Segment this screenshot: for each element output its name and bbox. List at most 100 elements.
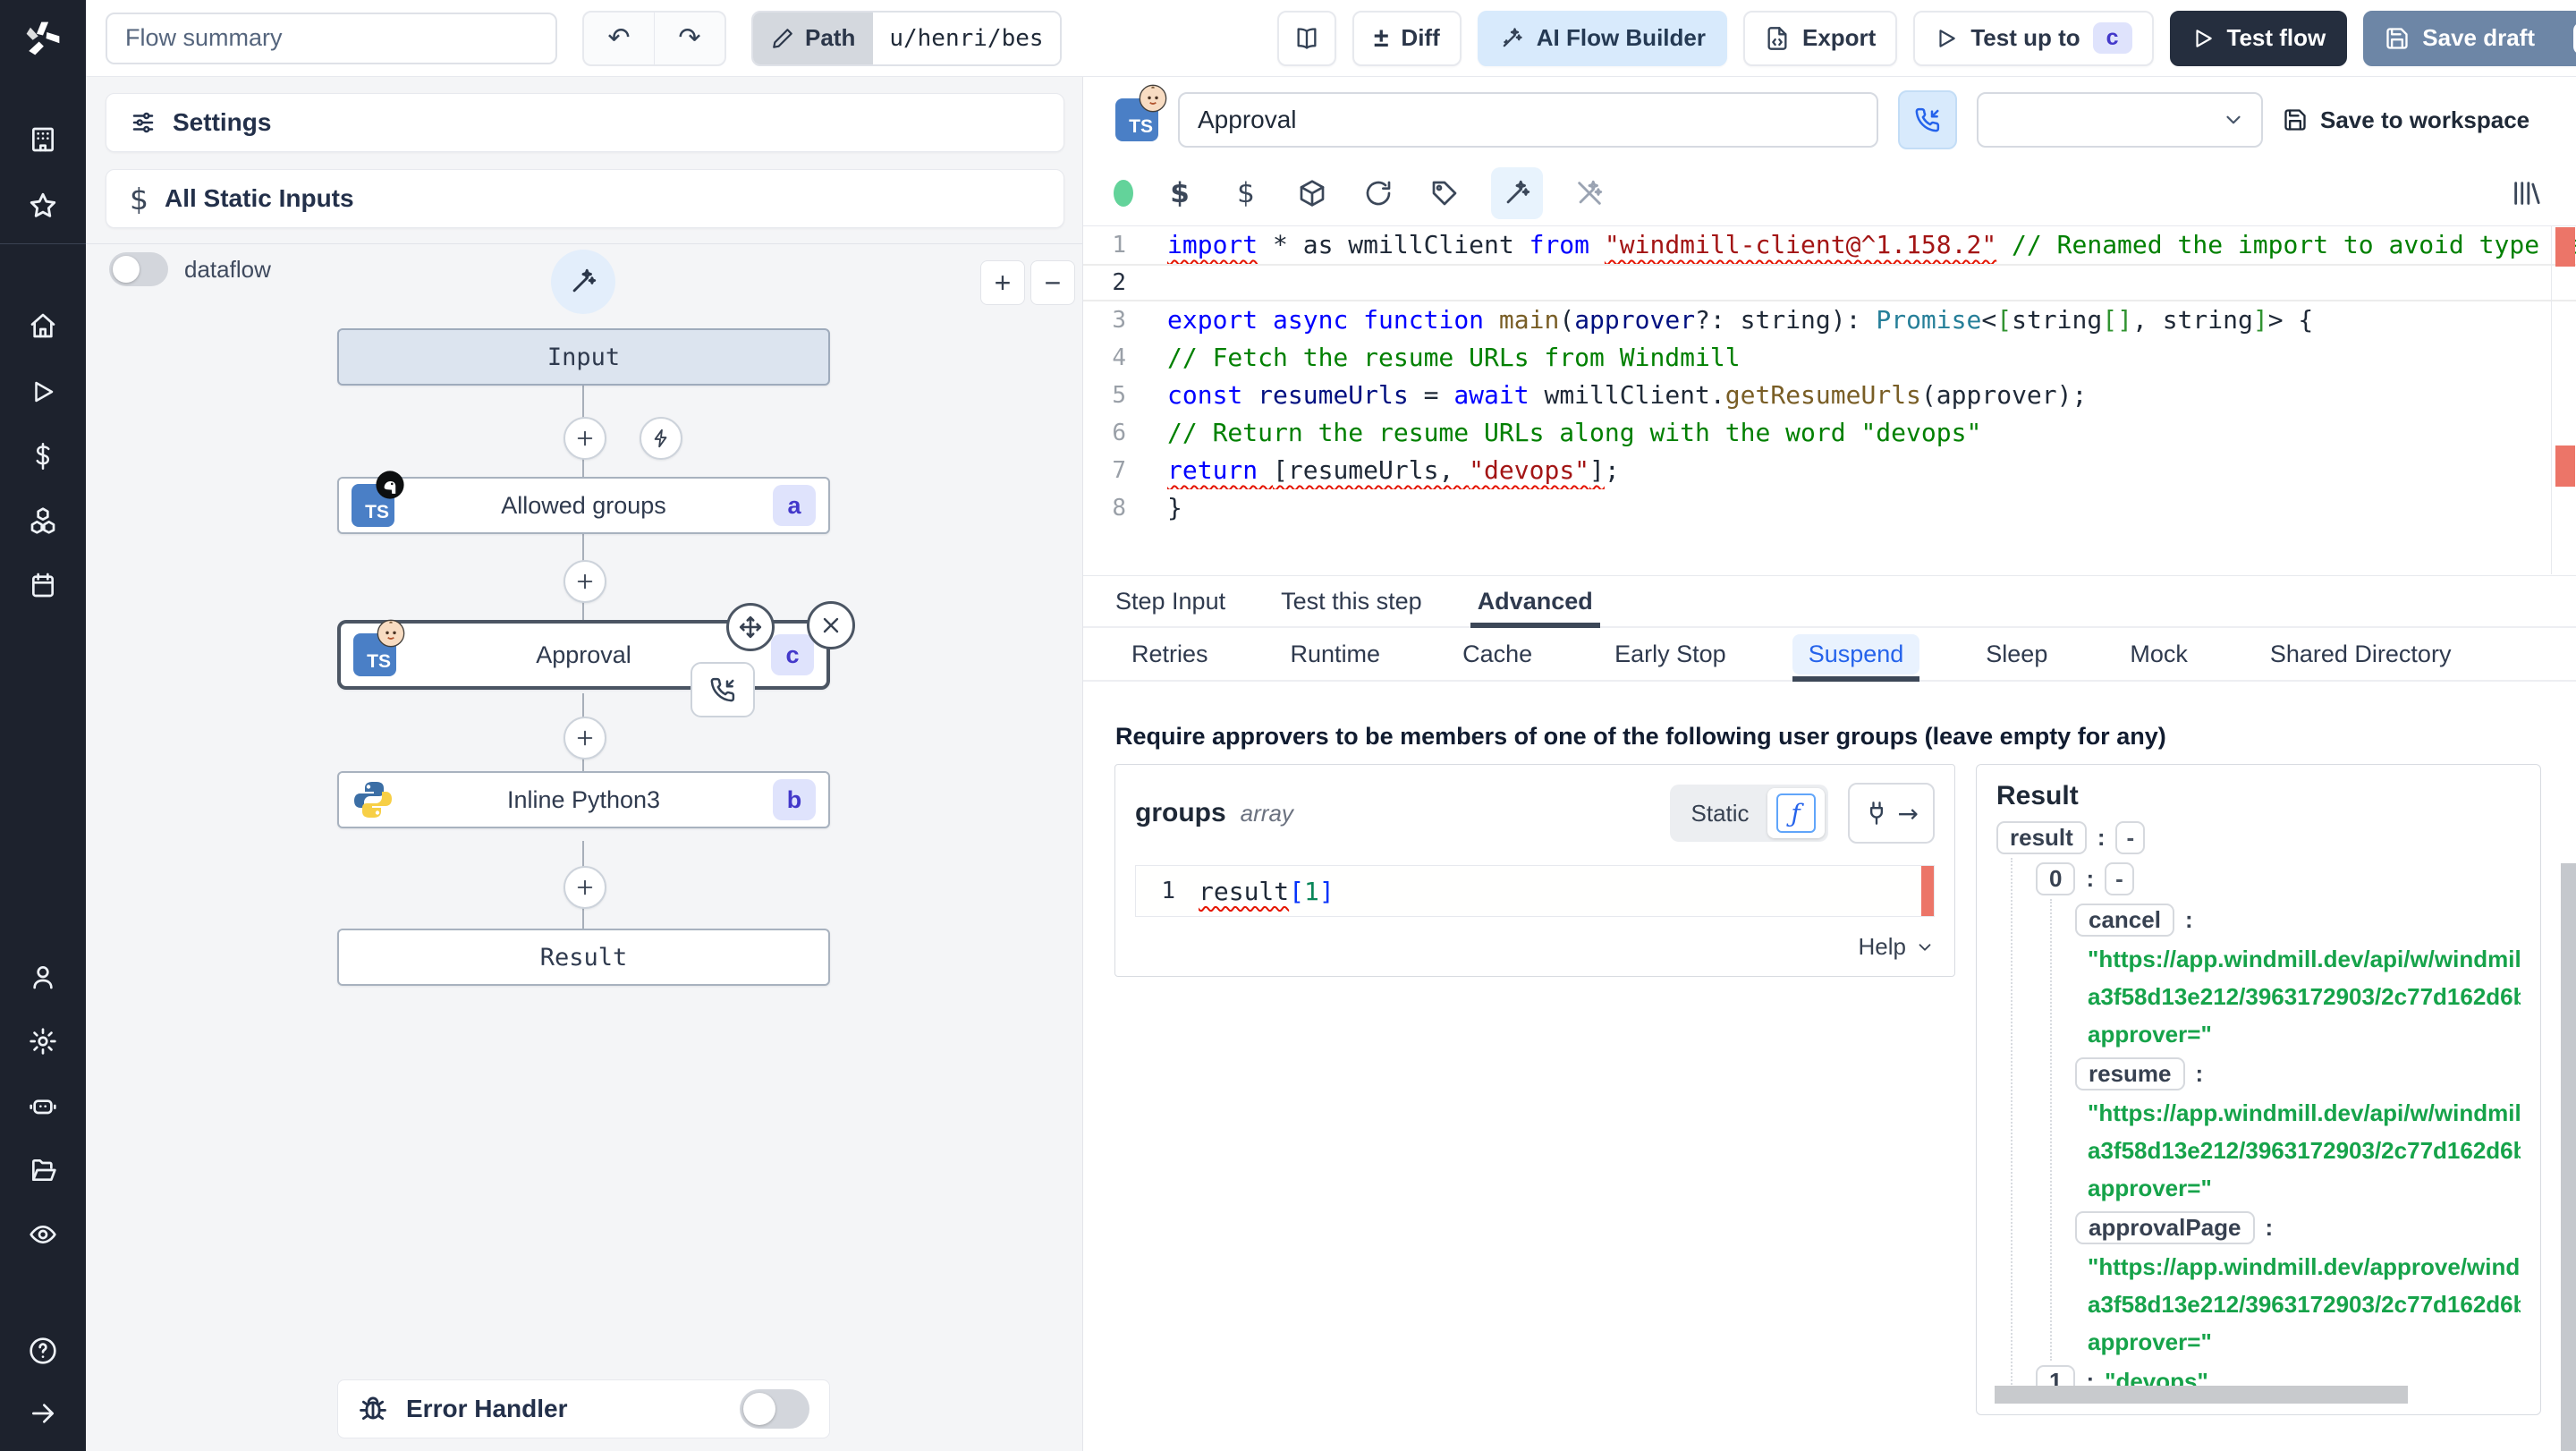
test-up-to-button[interactable]: Test up to c xyxy=(1913,10,2154,66)
zoom-out-button[interactable]: − xyxy=(1030,260,1075,305)
ai-assistant-button[interactable] xyxy=(1491,167,1543,219)
sidebar-users-icon[interactable] xyxy=(21,955,64,998)
code-line[interactable]: 7 return [resumeUrls, "devops"]; xyxy=(1083,452,2576,489)
tab-step-input[interactable]: Step Input xyxy=(1115,576,1225,626)
static-mode-option[interactable]: Static xyxy=(1674,800,1767,827)
sidebar-workspace-icon[interactable] xyxy=(21,118,64,161)
code-line[interactable]: 1 import * as wmillClient from "windmill-… xyxy=(1083,226,2576,264)
path-edit-button[interactable]: Path xyxy=(753,12,874,64)
approval-page-key-chip[interactable]: approvalPage xyxy=(2075,1210,2255,1244)
code-line[interactable]: 8} xyxy=(1083,489,2576,527)
input-node-label: Input xyxy=(547,343,621,371)
flow-node-inline-python3[interactable]: Inline Python3 b xyxy=(337,771,830,828)
sidebar-schedules-icon[interactable] xyxy=(21,564,64,607)
tag-button[interactable] xyxy=(1425,174,1464,213)
code-line[interactable]: 2 xyxy=(1083,264,2576,301)
subtab-runtime[interactable]: Runtime xyxy=(1275,628,1397,680)
step-name-input[interactable] xyxy=(1178,92,1878,148)
sidebar-expand-arrow-icon[interactable] xyxy=(21,1392,64,1435)
help-dropdown[interactable]: Help xyxy=(1135,933,1935,961)
flow-summary-input[interactable] xyxy=(106,12,557,64)
sidebar-help-icon[interactable] xyxy=(21,1329,64,1372)
result-key-chip[interactable]: result xyxy=(1996,820,2087,854)
export-button[interactable]: Export xyxy=(1742,10,1898,66)
zoom-in-button[interactable]: + xyxy=(980,260,1025,305)
groups-input-card: groups array Static ƒ → 1 result[1] Help xyxy=(1114,764,1955,977)
undo-icon: ↶ xyxy=(607,22,631,54)
subtab-suspend[interactable]: Suspend xyxy=(1792,628,1920,682)
sidebar-settings-icon[interactable] xyxy=(21,1020,64,1063)
collapse-toggle[interactable]: - xyxy=(2115,820,2146,854)
vertical-scrollbar[interactable] xyxy=(2561,863,2576,1451)
docs-book-button[interactable] xyxy=(1276,10,1336,66)
flow-node-allowed-groups[interactable]: TS Allowed groups a xyxy=(337,471,830,534)
delete-step-button[interactable] xyxy=(807,601,855,649)
subtab-shared-directory[interactable]: Shared Directory xyxy=(2254,628,2468,680)
sidebar-resources-icon[interactable] xyxy=(21,499,64,542)
subtab-mock[interactable]: Mock xyxy=(2114,628,2204,680)
approval-step-indicator-button[interactable] xyxy=(1898,90,1957,149)
add-trigger-button[interactable] xyxy=(640,417,682,460)
subtab-retries[interactable]: Retries xyxy=(1115,628,1224,680)
subtab-cache[interactable]: Cache xyxy=(1446,628,1548,680)
flow-settings-button[interactable]: Settings xyxy=(106,93,1064,152)
move-step-button[interactable] xyxy=(726,603,775,651)
error-handler-card[interactable]: Error Handler xyxy=(337,1379,830,1438)
code-line[interactable]: 6 // Return the resume URLs along with t… xyxy=(1083,414,2576,452)
code-line[interactable]: 5 const resumeUrls = await wmillClient.g… xyxy=(1083,377,2576,414)
static-inputs-dollar-button[interactable]: $ xyxy=(1226,174,1266,213)
insert-step-button[interactable] xyxy=(564,717,606,759)
editor-overview-ruler xyxy=(2551,225,2552,574)
groups-expression-editor[interactable]: 1 result[1] xyxy=(1135,865,1935,917)
horizontal-scrollbar[interactable] xyxy=(1995,1386,2408,1404)
sidebar-home-icon[interactable] xyxy=(21,304,64,347)
sidebar-ai-robot-icon[interactable] xyxy=(21,1084,64,1127)
graph-ai-wand-button[interactable] xyxy=(551,250,615,314)
insert-step-button[interactable] xyxy=(564,560,606,603)
subtab-early-stop[interactable]: Early Stop xyxy=(1598,628,1742,680)
dataflow-toggle[interactable] xyxy=(109,252,168,286)
library-button[interactable] xyxy=(2506,174,2546,213)
windmill-logo[interactable] xyxy=(0,0,86,77)
code-editor-lines[interactable]: 1 import * as wmillClient from "windmill-… xyxy=(1083,226,2576,527)
suspend-heading: Require approvers to be members of one o… xyxy=(1115,723,2166,750)
path-control[interactable]: Path u/henri/bes xyxy=(751,10,1062,66)
code-editor[interactable]: 1 import * as wmillClient from "windmill-… xyxy=(1083,225,2576,576)
worker-tag-select[interactable] xyxy=(1977,92,2263,148)
variables-dollar-button[interactable]: $ xyxy=(1160,174,1199,213)
insert-step-button[interactable] xyxy=(564,417,606,460)
undo-button[interactable]: ↶ xyxy=(584,13,654,64)
javascript-mode-option[interactable]: ƒ xyxy=(1767,788,1825,838)
sidebar-audit-eye-icon[interactable] xyxy=(21,1213,64,1256)
resume-key-chip[interactable]: resume xyxy=(2075,1056,2185,1090)
index-key-chip[interactable]: 0 xyxy=(2036,861,2076,895)
sidebar-favorites-icon[interactable] xyxy=(21,184,64,227)
sidebar-folders-icon[interactable] xyxy=(21,1149,64,1192)
sidebar-runs-icon[interactable] xyxy=(21,370,64,413)
insert-step-button[interactable] xyxy=(564,866,606,909)
collapse-toggle[interactable]: - xyxy=(2105,861,2134,895)
connect-input-button[interactable]: → xyxy=(1847,783,1935,844)
tab-advanced[interactable]: Advanced xyxy=(1470,576,1600,628)
ai-flow-builder-button[interactable]: AI Flow Builder xyxy=(1477,10,1727,66)
subtab-sleep[interactable]: Sleep xyxy=(1970,628,2063,680)
save-draft-button[interactable]: Save draft C xyxy=(2363,10,2576,66)
reload-button[interactable] xyxy=(1359,174,1398,213)
tab-test-this-step[interactable]: Test this step xyxy=(1281,576,1422,626)
suspend-approval-badge[interactable] xyxy=(691,662,755,717)
diff-button[interactable]: ± Diff xyxy=(1352,10,1462,66)
all-static-inputs-button[interactable]: $ All Static Inputs xyxy=(106,169,1064,228)
flow-node-result[interactable]: Result xyxy=(337,929,830,986)
save-to-workspace-button[interactable]: Save to workspace xyxy=(2283,106,2529,134)
flow-node-input[interactable]: Input xyxy=(337,328,830,386)
code-line[interactable]: 3 export async function main(approver?: s… xyxy=(1083,301,2576,339)
code-line[interactable]: 4 // Fetch the resume URLs from Windmill xyxy=(1083,339,2576,377)
sidebar-variables-icon[interactable] xyxy=(21,435,64,478)
package-button[interactable] xyxy=(1292,174,1332,213)
cancel-key-chip[interactable]: cancel xyxy=(2075,903,2174,937)
error-handler-toggle[interactable] xyxy=(740,1389,809,1429)
redo-button[interactable]: ↷ xyxy=(654,12,724,64)
test-flow-button[interactable]: Test flow xyxy=(2169,10,2348,66)
ai-disabled-button[interactable] xyxy=(1570,174,1609,213)
colon: : xyxy=(2195,1059,2204,1087)
